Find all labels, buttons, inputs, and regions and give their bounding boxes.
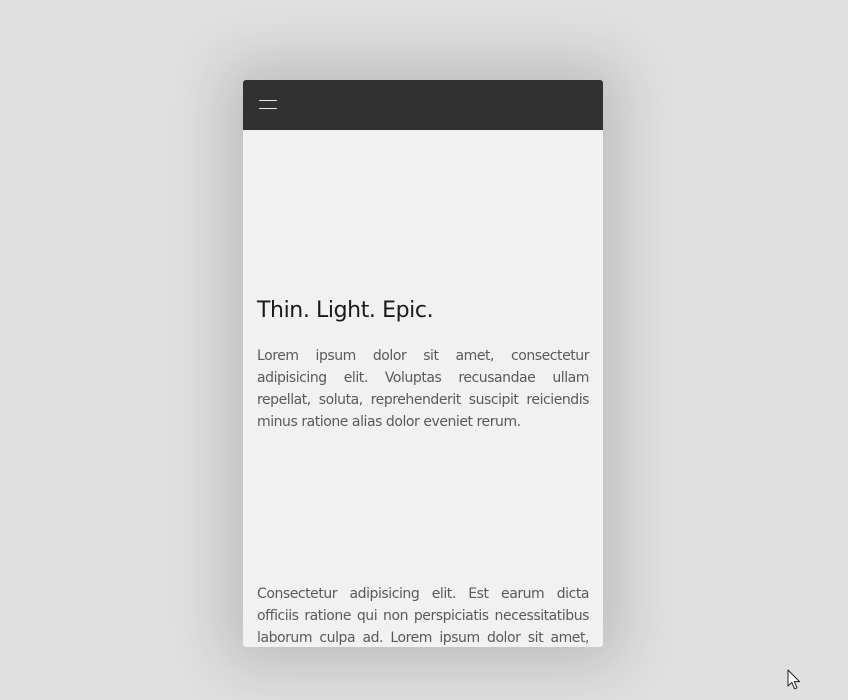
mouse-cursor-icon <box>787 669 800 690</box>
second-paragraph: Consectetur adipisicing elit. Est earum … <box>257 586 589 646</box>
mobile-page-frame: Thin. Light. Epic. Lorem ipsum dolor sit… <box>243 80 603 647</box>
page-headline: Thin. Light. Epic. <box>257 298 434 323</box>
desktop-background: Thin. Light. Epic. Lorem ipsum dolor sit… <box>0 0 848 700</box>
top-navigation-bar <box>243 80 603 130</box>
hamburger-menu-icon[interactable] <box>259 99 277 110</box>
menu-icon-line-top <box>259 100 277 101</box>
menu-icon-line-bottom <box>259 108 277 109</box>
intro-paragraph: Lorem ipsum dolor sit amet, consectetur … <box>257 348 589 430</box>
